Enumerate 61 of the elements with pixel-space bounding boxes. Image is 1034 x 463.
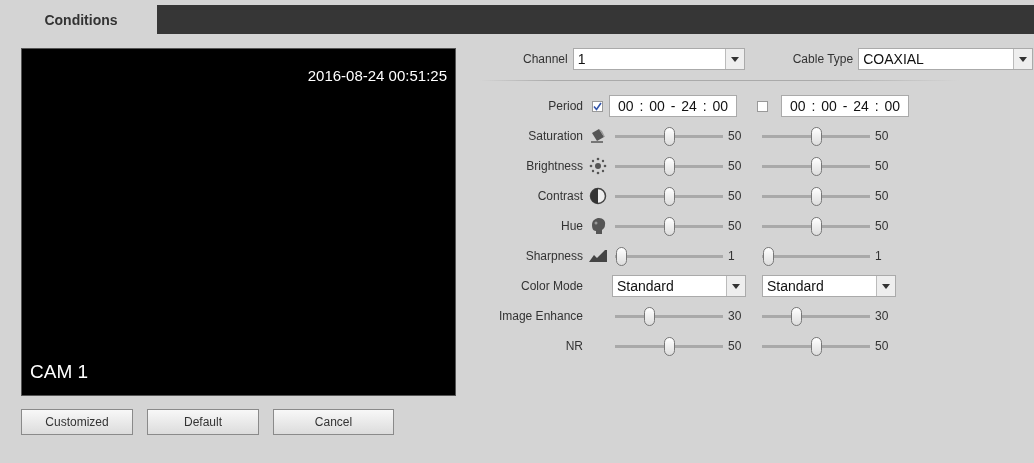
cancel-button[interactable]: Cancel	[273, 409, 394, 435]
slider-value: 50	[728, 159, 742, 173]
bucket-icon	[588, 128, 607, 144]
color-mode-select[interactable]: Standard	[762, 275, 896, 297]
channel-label: Channel	[523, 52, 568, 66]
time-range-field[interactable]: 00 : 00 - 24 : 00	[609, 95, 738, 117]
slider-thumb[interactable]	[810, 156, 822, 176]
slider-value: 1	[728, 249, 735, 263]
slider-value: 30	[875, 309, 889, 323]
setting-label: Period	[548, 99, 583, 113]
setting-label: Sharpness	[525, 249, 583, 263]
slider-value: 1	[875, 249, 882, 263]
checkbox[interactable]	[757, 100, 768, 112]
timestamp: 2016-08-24 00:51:25	[307, 67, 447, 84]
caret-icon	[1019, 56, 1028, 62]
caret-icon	[732, 283, 740, 289]
setting-label: Color Mode	[520, 279, 583, 293]
slider-value: 50	[875, 219, 889, 233]
slider-thumb[interactable]	[615, 246, 627, 266]
slider-value: 50	[728, 129, 742, 143]
conditions-tab[interactable]: Conditions	[5, 5, 157, 34]
slider-value: 50	[875, 129, 889, 143]
cable-type-select[interactable]: COAXIAL	[858, 48, 1034, 70]
setting-label: Brightness	[526, 159, 583, 173]
color-mode-select[interactable]: Standard	[612, 275, 746, 297]
setting-label: Image Enhance	[498, 309, 583, 323]
slider-thumb[interactable]	[663, 216, 675, 236]
slider-thumb[interactable]	[810, 186, 822, 206]
sun-icon	[587, 157, 608, 175]
setting-label: Saturation	[528, 129, 583, 143]
checkbox[interactable]	[592, 100, 603, 112]
setting-label: NR	[565, 339, 583, 353]
slider-value: 50	[875, 339, 889, 353]
slider-thumb[interactable]	[810, 216, 822, 236]
camera-label: CAM 1	[30, 361, 89, 383]
slider-thumb[interactable]	[762, 246, 774, 266]
caret-icon	[882, 283, 890, 289]
mountain-icon	[587, 249, 608, 263]
slider-value: 50	[728, 189, 742, 203]
slider-value: 30	[728, 309, 742, 323]
slider-thumb[interactable]	[663, 186, 675, 206]
slider-thumb[interactable]	[644, 306, 656, 326]
slider-thumb[interactable]	[663, 126, 675, 146]
slider-thumb[interactable]	[810, 126, 822, 146]
time-range-field[interactable]: 00 : 00 - 24 : 00	[781, 95, 910, 117]
caret-icon	[730, 56, 739, 62]
slider-thumb[interactable]	[791, 306, 803, 326]
default-button[interactable]: Default	[147, 409, 259, 435]
contrast-icon	[588, 187, 607, 205]
slider-thumb[interactable]	[663, 336, 675, 356]
slider-value: 50	[875, 189, 889, 203]
slider-value: 50	[728, 219, 742, 233]
slider-thumb[interactable]	[810, 336, 822, 356]
setting-label: Contrast	[537, 189, 583, 203]
channel-select[interactable]: 1	[572, 48, 745, 70]
slider-thumb[interactable]	[663, 156, 675, 176]
setting-label: Hue	[561, 219, 583, 233]
slider-value: 50	[875, 159, 889, 173]
slider-value: 50	[728, 339, 742, 353]
cable-type-label: Cable Type	[792, 52, 854, 66]
customized-button[interactable]: Customized	[21, 409, 133, 435]
